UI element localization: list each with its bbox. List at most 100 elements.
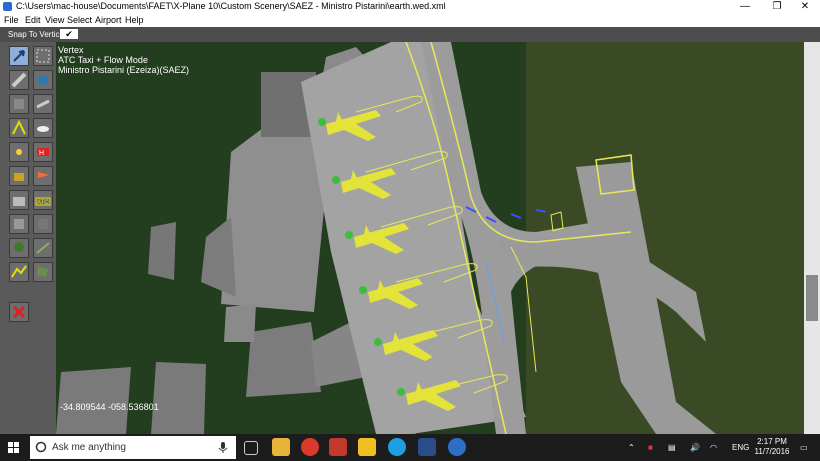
vertical-scrollbar[interactable] [804,42,820,434]
helipad-tool-button[interactable] [9,94,29,114]
menu-select[interactable]: Select [67,13,92,27]
windsock-icon [38,172,49,178]
sealane-tool-button[interactable] [33,70,53,90]
windows-start-icon[interactable] [8,442,19,453]
app-icon [3,2,12,11]
building-block [201,217,236,297]
runway-icon [11,72,27,88]
minimize-button[interactable]: — [730,0,760,13]
path-icon [11,265,27,278]
svg-text:ATC: ATC [37,200,49,206]
scrollbar-thumb[interactable] [806,275,818,321]
helipad-icon [14,99,24,109]
clock-date: 11/7/2016 [754,447,790,456]
marquee-tool-button[interactable] [33,46,53,66]
vertex-tool-button[interactable] [9,46,29,66]
atc-icon: ATC [35,197,51,206]
clock-time: 2:17 PM [757,437,787,446]
exclusion-tool-button[interactable] [9,302,29,322]
boundary-tool-button[interactable] [9,118,29,138]
info-overlay: Vertex ATC Taxi + Flow Mode Ministro Pis… [58,45,189,75]
network-icon[interactable]: ▤ [668,434,676,461]
sign-icon: H [37,148,49,157]
svg-text:H: H [39,150,44,157]
sealane-icon [38,75,48,85]
app-icon-yellow[interactable] [358,438,376,456]
hole-tool-button[interactable] [33,118,53,138]
search-placeholder: Ask me anything [52,442,126,453]
facade-icon [13,197,25,206]
building-block [151,362,206,434]
airport-name: Ministro Pistarini (Ezeiza)(SAEZ) [58,65,190,75]
marquee-icon [36,49,50,63]
line-tool-button[interactable] [33,238,53,258]
polygon-tool-button[interactable] [33,214,53,234]
atc-tool-button[interactable]: ATC [33,190,53,210]
mode-label: ATC Taxi + Flow Mode [58,55,148,65]
objects-icon [14,173,24,181]
microphone-icon[interactable] [217,441,229,454]
windsock-tool-button[interactable] [33,166,53,186]
app-icon-red[interactable] [329,438,347,456]
building-block [224,304,256,342]
light-tool-button[interactable] [9,142,29,162]
menu-airport[interactable]: Airport [95,13,122,27]
objects-tool-button[interactable] [9,166,29,186]
search-icon [35,441,47,453]
task-view-icon[interactable] [244,441,258,455]
snap-checkbox[interactable]: ✔ [60,29,78,39]
tray-chevron-icon[interactable]: ⌃ [628,434,635,461]
light-icon [16,149,22,155]
building-block [246,322,321,397]
menu-file[interactable]: File [4,13,19,27]
menu-edit[interactable]: Edit [25,13,41,27]
map-canvas[interactable] [56,42,804,434]
browser-icon[interactable] [448,438,466,456]
close-button[interactable]: ✕ [790,0,820,13]
boundary-icon [12,119,26,135]
selection-type: Vertex [58,45,84,55]
polygon-icon [38,219,48,229]
sign-tool-button[interactable]: H [33,142,53,162]
cortana-search-box[interactable]: Ask me anything [30,436,236,459]
string-icon [14,219,24,229]
title-bar: C:\Users\mac-house\Documents\FAET\X-Plan… [0,0,820,13]
menu-bar: File Edit View Select Airport Help [0,13,820,27]
line-icon [36,242,50,254]
facade-tool-button[interactable] [9,190,29,210]
tool-options-bar: Snap To Vertices ✔ [0,27,820,42]
path-tool-button[interactable] [9,262,29,282]
runway-tool-button[interactable] [9,70,29,90]
tool-palette: H ATC [0,42,56,434]
maximize-button[interactable]: ❐ [762,0,792,13]
taskbar: Ask me anything ⌃ ■ ▤ 🔊 ◠ ENG 2:17 PM 11… [0,434,820,461]
exclusion-icon [12,305,26,319]
xplane-icon[interactable] [418,438,436,456]
taxiway-tool-button[interactable] [33,94,53,114]
cursor-coordinates: -34.809544 -058.536801 [60,402,159,412]
antivirus-tray-icon[interactable]: ■ [648,434,653,461]
skype-icon[interactable] [388,438,406,456]
building-block [56,367,131,434]
string-tool-button[interactable] [9,214,29,234]
forest-icon [14,242,24,252]
notifications-icon[interactable]: ▭ [800,434,808,461]
draped-polygon-icon [37,267,48,277]
building-block [148,222,176,280]
window-title: C:\Users\mac-house\Documents\FAET\X-Plan… [16,1,446,11]
forest-tool-button[interactable] [9,238,29,258]
menu-view[interactable]: View [45,13,64,27]
wifi-icon[interactable]: ◠ [710,434,717,461]
menu-help[interactable]: Help [125,13,144,27]
map-drawing [56,42,804,434]
chrome-icon[interactable] [301,438,319,456]
snap-label: Snap To Vertices [8,30,68,39]
file-explorer-icon[interactable] [272,438,290,456]
taxiway-icon [36,99,50,109]
volume-icon[interactable]: 🔊 [690,434,700,461]
hole-icon [37,126,49,132]
language-indicator[interactable]: ENG [732,434,749,461]
draped-polygon-tool-button[interactable] [33,262,53,282]
clock[interactable]: 2:17 PM 11/7/2016 [752,437,792,457]
arrow-icon [13,50,25,62]
